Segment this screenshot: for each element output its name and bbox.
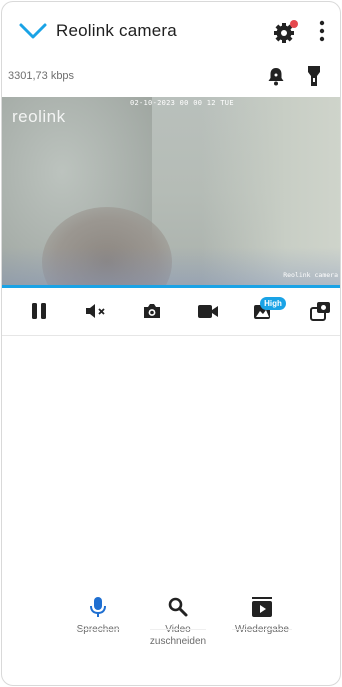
header: Reolink camera [2, 2, 340, 58]
quality-badge: High [260, 297, 286, 310]
video-timestamp: 02-10-2023 00 00 12 TUE [130, 99, 234, 107]
video-watermark: Reolink camera [283, 271, 338, 279]
search-icon [165, 594, 191, 620]
camera-switch-icon[interactable] [307, 298, 333, 324]
bitrate-readout: 3301,73 kbps [8, 70, 75, 82]
video-toolbar [2, 288, 340, 336]
gear-icon[interactable] [272, 19, 300, 45]
playback-label: Wiedergabe [228, 624, 296, 636]
bell-icon[interactable] [266, 66, 286, 88]
app-window: Reolink camera 3301,73 kbps reolink 02-1… [1, 1, 341, 686]
crop-video-label: Video zuschneiden [149, 624, 207, 647]
page-title: Reolink camera [56, 21, 177, 40]
microphone-icon [85, 594, 111, 620]
playback-icon [249, 594, 275, 620]
video-logo: reolink [12, 107, 66, 126]
mute-icon[interactable] [83, 298, 109, 324]
record-icon[interactable] [195, 298, 221, 324]
chevron-down-icon[interactable] [18, 18, 48, 44]
talk-label: Sprechen [70, 624, 126, 636]
pause-icon[interactable] [26, 298, 52, 324]
live-video[interactable]: reolink 02-10-2023 00 00 12 TUE Reolink … [2, 97, 340, 285]
more-vertical-icon[interactable] [314, 18, 330, 44]
crop-video-button[interactable]: Video zuschneiden [142, 594, 214, 648]
flashlight-icon[interactable] [304, 64, 324, 88]
snapshot-icon[interactable] [139, 298, 165, 324]
